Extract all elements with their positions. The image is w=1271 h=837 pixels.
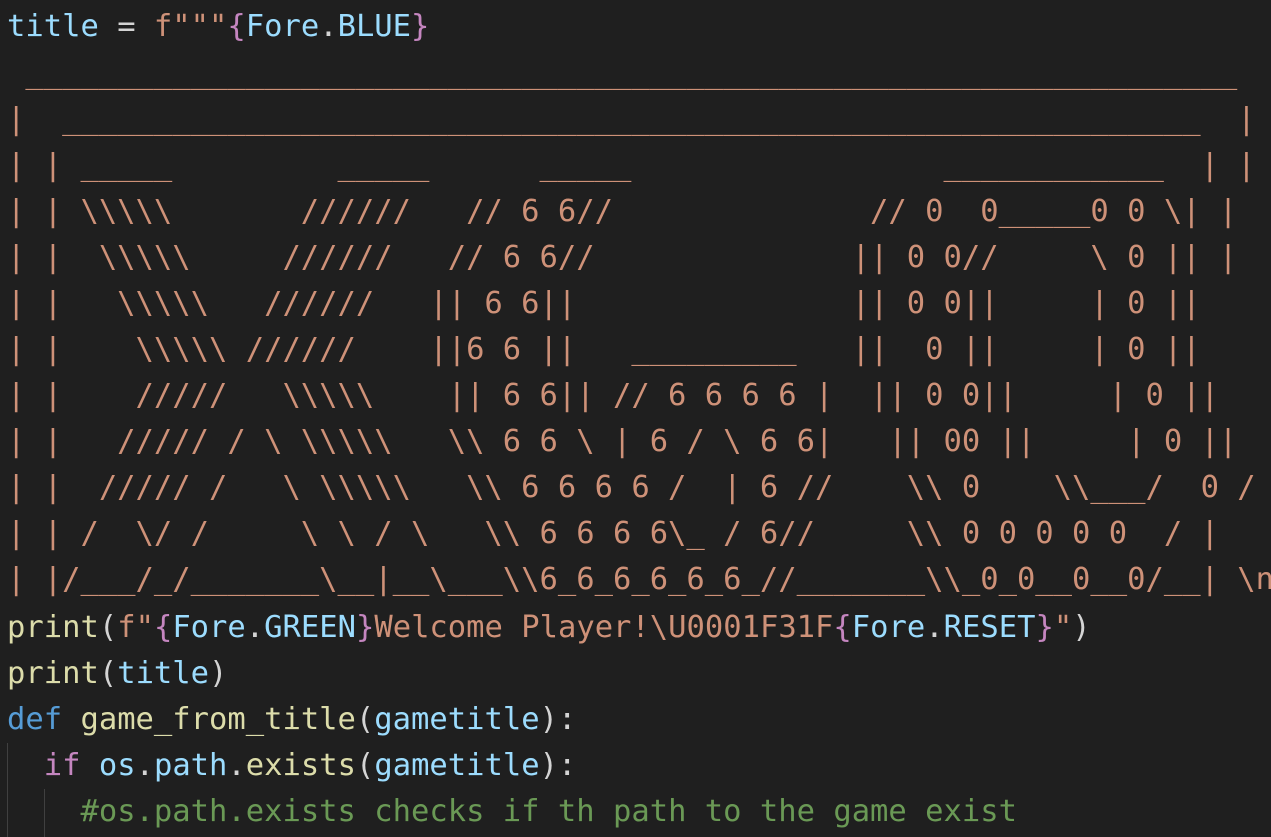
paren-open: ( (355, 748, 375, 783)
function-name: game_from_title (80, 702, 356, 737)
code-editor[interactable]: title = f"""{Fore.BLUE} ________________… (0, 0, 1271, 837)
ascii-art-line-8[interactable]: | | ///// \\\\\ || 6 6|| // 6 6 6 6 | ||… (7, 373, 1219, 419)
dot: . (227, 748, 246, 783)
code-line-comment[interactable]: #os.path.exists checks if th path to the… (7, 789, 1017, 835)
paren-close: ) (1072, 610, 1091, 645)
code-line-print-welcome[interactable]: print(f"{Fore.GREEN}Welcome Player!\U000… (7, 605, 1091, 651)
fstring-prefix: f""" (153, 9, 228, 44)
colon: : (557, 748, 577, 783)
exists-method: exists (245, 748, 356, 783)
ascii-art-line-6[interactable]: | | \\\\\ ////// || 6 6|| || 0 0|| | 0 |… (7, 281, 1201, 327)
ascii-art-line-4[interactable]: | | \\\\\ ////// // 6 6// // 0 0_____0 0… (7, 189, 1237, 235)
code-line-title-assignment[interactable]: title = f"""{Fore.BLUE} (7, 4, 429, 50)
ascii-art-line-5[interactable]: | | \\\\\ ////// // 6 6// || 0 0// \ 0 |… (7, 235, 1237, 281)
fstring-prefix: f" (117, 610, 154, 645)
welcome-string: Welcome Player!\U0001F31F (374, 610, 834, 645)
ascii-art-line-7[interactable]: | | \\\\\ ////// ||6 6 || _________ || 0… (7, 327, 1201, 373)
paren-close: ) (209, 656, 228, 691)
brace-open: { (153, 610, 173, 645)
ascii-art-line-3[interactable]: | | _____ _____ _____ ____________ | | (7, 143, 1256, 189)
ascii-art-line-12[interactable]: | |/___/_/_______\__|__\___\\6_6_6_6_6_6… (7, 557, 1271, 603)
paren-open: ( (98, 610, 118, 645)
fore-object: Fore (172, 610, 246, 645)
paren-open: ( (355, 702, 375, 737)
code-line-print-title[interactable]: print(title) (7, 651, 227, 697)
variable-title: title (7, 9, 99, 44)
os-module: os (98, 748, 136, 783)
indent-inner (44, 794, 81, 829)
paren-close: ) (539, 748, 558, 783)
print-function: print (7, 610, 99, 645)
path-attr: path (153, 748, 228, 783)
brace-close: } (1035, 610, 1054, 645)
dot: . (135, 748, 154, 783)
fore-attr-blue: BLUE (337, 9, 412, 44)
colon: : (557, 702, 577, 737)
code-line-if[interactable]: if os.path.exists(gametitle): (7, 743, 577, 789)
parameter-gametitle: gametitle (374, 702, 540, 737)
dot: . (319, 9, 338, 44)
code-line-def[interactable]: def game_from_title(gametitle): (7, 697, 576, 743)
ascii-art-line-9[interactable]: | | ///// / \ \\\\\ \\ 6 6 \ | 6 / \ 6 6… (7, 419, 1237, 465)
fore-object: Fore (245, 9, 320, 44)
title-argument: title (117, 656, 210, 691)
ascii-art-line-1[interactable]: ________________________________________… (7, 51, 1237, 97)
quote-close: " (1053, 610, 1073, 645)
brace-close: } (411, 9, 430, 44)
brace-open: { (833, 610, 852, 645)
dot: . (245, 610, 265, 645)
indent-guide-level-1 (7, 743, 8, 837)
brace-close: } (355, 610, 375, 645)
fore-attr-green: GREEN (264, 610, 356, 645)
paren-open: ( (98, 656, 118, 691)
def-keyword: def (7, 702, 63, 737)
dot: . (925, 610, 944, 645)
print-function: print (7, 656, 99, 691)
gametitle-argument: gametitle (374, 748, 540, 783)
fore-attr-reset: RESET (943, 610, 1036, 645)
indent-guide-level-2 (44, 789, 45, 837)
ascii-art-line-2[interactable]: | ______________________________________… (7, 97, 1256, 143)
comment-text: #os.path.exists checks if th path to the… (80, 794, 1017, 829)
brace-open: { (227, 9, 246, 44)
fore-object: Fore (851, 610, 926, 645)
if-keyword: if (43, 748, 81, 783)
assign-operator: = (98, 9, 154, 44)
paren-close: ) (539, 702, 558, 737)
ascii-art-line-11[interactable]: | | / \/ / \ \ / \ \\ 6 6 6 6\_ / 6// \\… (7, 511, 1219, 557)
ascii-art-line-10[interactable]: | | ///// / \ \\\\\ \\ 6 6 6 6 / | 6 // … (7, 465, 1256, 511)
